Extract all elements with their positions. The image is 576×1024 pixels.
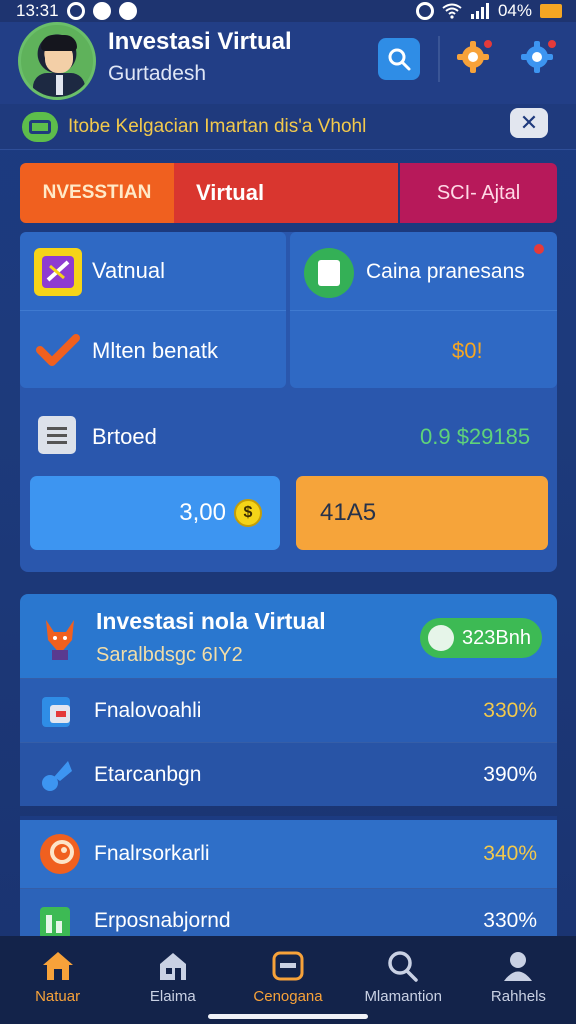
nav-search-label: Mlamantion	[364, 988, 442, 1005]
app-header: Investasi Virtual Gurtadesh	[0, 22, 576, 104]
battery-percent: 04%	[497, 1, 532, 20]
item-label: Fnalovoahli	[94, 698, 202, 722]
nav-market-label: Elaima	[149, 988, 196, 1005]
check-icon	[92, 2, 111, 20]
app-title: Investasi Virtual	[108, 28, 292, 55]
app-subtitle: Gurtadesh	[108, 62, 207, 85]
item-label: Erposnabjornd	[94, 908, 231, 932]
investment-title: Investasi nola Virtual	[96, 608, 326, 634]
wifi-icon	[442, 3, 462, 19]
tab-virtual[interactable]: Virtual	[174, 163, 398, 223]
notification-dot	[532, 242, 546, 256]
alarm-icon	[415, 2, 434, 20]
signal-icon	[470, 3, 489, 19]
notice-close-button[interactable]: ✕	[510, 108, 548, 138]
investment-badge-value: 323Bnh	[462, 626, 531, 649]
investment-subtitle: Saralbdsgc 6IY2	[96, 644, 243, 666]
item-value: 340%	[483, 842, 537, 865]
dashboard-card: Vatnual Caina pranesans Mlten benatk $0!…	[20, 232, 557, 572]
profit-label: Mlten benatk	[92, 338, 218, 363]
chat-icon	[428, 625, 454, 651]
nav-home-label: Natuar	[35, 988, 81, 1005]
bottom-navigation: Natuar Elaima Cenogana Mlamantion Rahhel…	[0, 936, 576, 1024]
item-value: 330%	[483, 698, 537, 722]
investment-badge[interactable]: 323Bnh	[420, 618, 542, 658]
points-button[interactable]: 41A5	[296, 476, 548, 550]
settings-button-2[interactable]	[518, 38, 558, 78]
rocket-icon	[42, 760, 72, 791]
nav-profile-label: Rahhels	[490, 988, 546, 1005]
notice-text: Itobe Kelgacian Imartan dis'a Vhohl	[68, 116, 367, 137]
app-screen: 13:31 04% Investasi Virtual Gurtadesh It…	[0, 0, 576, 1024]
portfolio-icon	[271, 950, 305, 982]
battery-icon	[540, 4, 562, 18]
notice-banner: Itobe Kelgacian Imartan dis'a Vhohl	[0, 104, 576, 150]
profile-icon	[501, 950, 535, 982]
nav-market[interactable]: Elaima	[115, 936, 230, 1024]
tab-investasi[interactable]: NVESSTIAN	[20, 163, 174, 223]
header-divider	[438, 36, 440, 82]
investment-list: Investasi nola Virtual Saralbdsgc 6IY2 3…	[20, 594, 557, 952]
item-value: 330%	[483, 908, 537, 932]
status-bar: 13:31 04%	[0, 0, 576, 22]
status-time: 13:31	[16, 1, 59, 20]
search-icon	[386, 950, 420, 982]
search-icon	[388, 48, 411, 71]
wallet-icon	[42, 696, 70, 727]
notification-dot	[546, 38, 558, 50]
bought-label: Brtoed	[92, 424, 157, 449]
ticket-icon	[22, 112, 58, 142]
nav-portfolio-label: Cenogana	[253, 988, 323, 1005]
list-item[interactable]: Etarcanbgn 390%	[20, 742, 557, 806]
tab-ajtal[interactable]: SCI- Ajtal	[400, 163, 557, 223]
category-tabs: NVESSTIAN Virtual SCI- Ajtal	[20, 163, 557, 223]
item-label: Fnalrsorkarli	[94, 842, 210, 865]
nav-home[interactable]: Natuar	[0, 936, 115, 1024]
item-value: 390%	[483, 762, 537, 786]
balance-label: Caina pranesans	[366, 260, 525, 283]
avatar[interactable]	[18, 22, 96, 100]
investment-header[interactable]: Investasi nola Virtual Saralbdsgc 6IY2 3…	[20, 594, 557, 678]
check-icon	[36, 334, 80, 366]
profit-value: $0!	[452, 338, 483, 363]
wallet-icon	[304, 248, 354, 298]
app-notification-icon	[118, 2, 137, 20]
coins-button[interactable]: 3,00 $	[30, 476, 280, 550]
coin-icon: $	[234, 499, 262, 527]
bought-value: 0.9 $29185	[420, 424, 531, 449]
notification-dot	[482, 38, 494, 50]
target-icon	[40, 834, 80, 874]
item-label: Etarcanbgn	[94, 762, 202, 786]
nav-portfolio[interactable]: Cenogana	[230, 936, 345, 1024]
search-button[interactable]	[378, 38, 420, 80]
virtual-label: Vatnual	[92, 258, 165, 283]
chart-icon	[40, 906, 70, 939]
fox-icon	[46, 620, 74, 660]
home-indicator[interactable]	[208, 1014, 368, 1019]
list-item[interactable]: Fnalrsorkarli 340%	[20, 816, 557, 888]
virtual-icon	[34, 248, 82, 296]
nav-search[interactable]: Mlamantion	[346, 936, 461, 1024]
notification-icon	[66, 2, 85, 20]
settings-button[interactable]	[454, 38, 494, 78]
coins-value: 3,00	[179, 499, 226, 526]
points-value: 41A5	[320, 499, 377, 526]
list-item[interactable]: Fnalovoahli 330%	[20, 678, 557, 742]
market-icon	[156, 950, 190, 982]
document-icon	[38, 416, 76, 454]
nav-profile[interactable]: Rahhels	[461, 936, 576, 1024]
home-icon	[41, 950, 75, 982]
